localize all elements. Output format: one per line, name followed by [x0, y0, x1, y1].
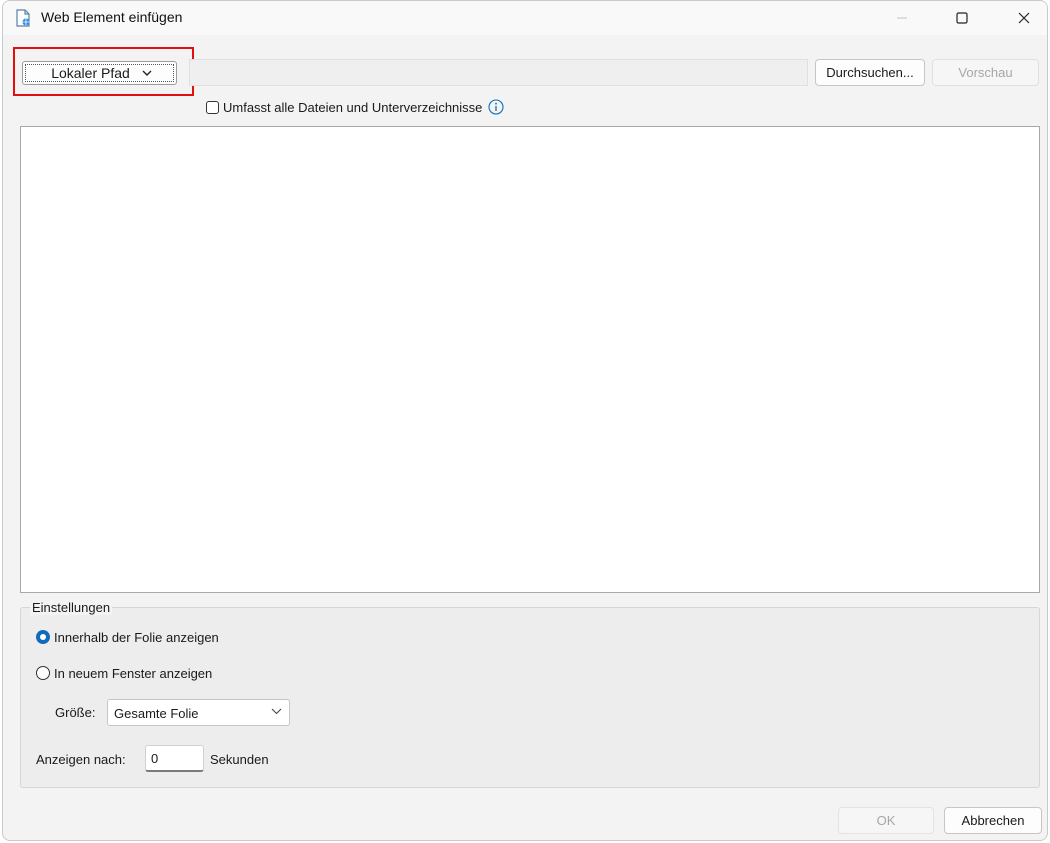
window-title: Web Element einfügen — [41, 9, 183, 25]
delay-unit-label: Sekunden — [210, 752, 269, 767]
info-icon[interactable] — [488, 99, 504, 115]
minimize-icon[interactable] — [879, 1, 925, 35]
delay-label: Anzeigen nach: — [36, 752, 126, 767]
delay-seconds-input[interactable]: 0 — [145, 745, 204, 772]
title-bar: Web Element einfügen — [3, 1, 1047, 35]
size-label: Größe: — [55, 705, 96, 720]
radio-inside-slide-label: Innerhalb der Folie anzeigen — [54, 629, 219, 645]
focus-ring — [25, 64, 174, 82]
delay-seconds-value: 0 — [151, 751, 159, 766]
ok-button[interactable]: OK — [838, 807, 934, 834]
include-subdirs-label: Umfasst alle Dateien und Unterverzeichni… — [223, 99, 483, 115]
radio-button-checked[interactable] — [36, 630, 50, 644]
preview-button[interactable]: Vorschau — [932, 59, 1039, 86]
include-subdirs-row[interactable]: Umfasst alle Dateien und Unterverzeichni… — [206, 97, 504, 117]
radio-inside-slide[interactable]: Innerhalb der Folie anzeigen — [36, 627, 219, 647]
source-type-dropdown[interactable]: Lokaler Pfad — [22, 61, 177, 85]
size-select-value: Gesamte Folie — [114, 706, 199, 721]
preview-area — [20, 126, 1040, 593]
radio-button-unchecked[interactable] — [36, 666, 50, 680]
web-document-icon — [13, 8, 33, 28]
radio-new-window[interactable]: In neuem Fenster anzeigen — [36, 663, 212, 683]
size-select[interactable]: Gesamte Folie — [107, 699, 290, 726]
close-icon[interactable] — [1001, 1, 1047, 35]
dialog-window: Web Element einfügen Lokaler Pfad Durchs… — [2, 0, 1048, 841]
radio-new-window-label: In neuem Fenster anzeigen — [54, 665, 213, 681]
path-input[interactable] — [189, 59, 808, 86]
include-subdirs-checkbox[interactable] — [206, 100, 219, 114]
maximize-icon[interactable] — [939, 1, 985, 35]
browse-button[interactable]: Durchsuchen... — [815, 59, 925, 86]
settings-legend: Einstellungen — [30, 600, 113, 615]
chevron-down-icon — [271, 708, 282, 715]
cancel-button[interactable]: Abbrechen — [944, 807, 1042, 834]
